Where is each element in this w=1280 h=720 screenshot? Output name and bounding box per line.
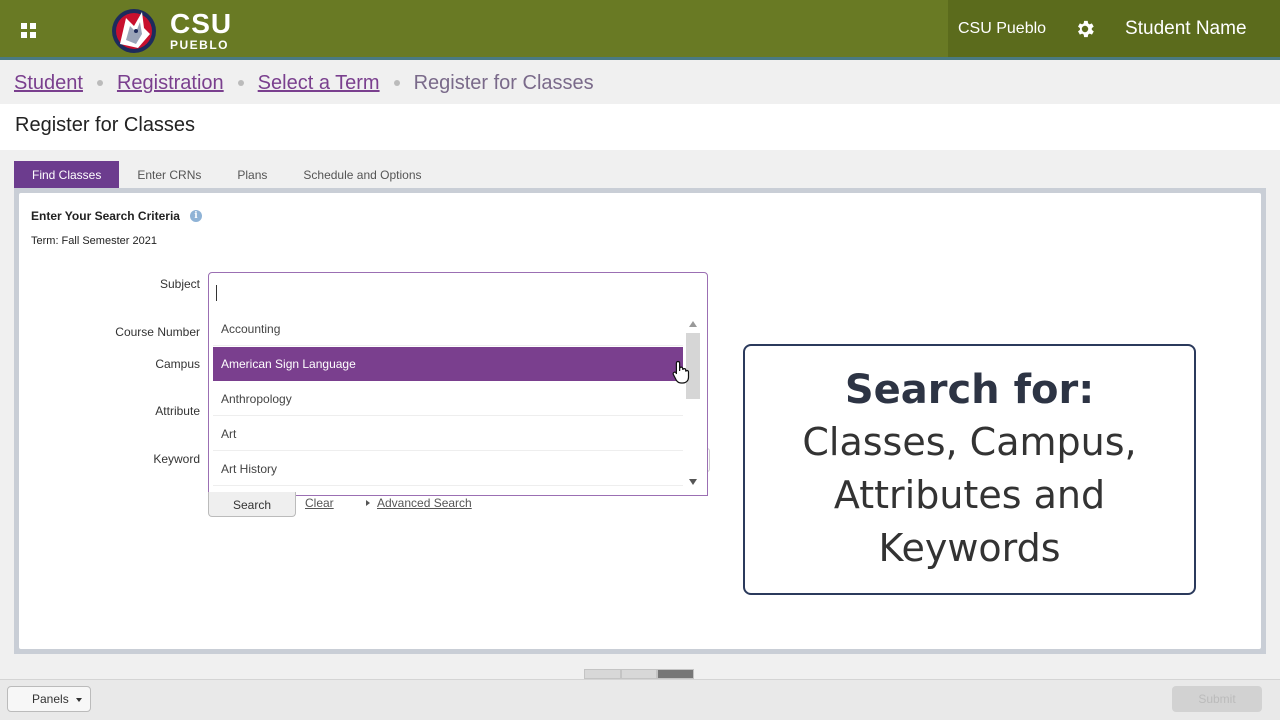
logo-wordmark: CSU PUEBLO xyxy=(170,7,233,52)
tab-find-classes[interactable]: Find Classes xyxy=(14,161,120,188)
course-number-label: Course Number xyxy=(115,325,200,339)
search-button[interactable]: Search xyxy=(208,492,296,517)
subject-label: Subject xyxy=(159,277,200,291)
header-user-area: CSU Pueblo Student Name xyxy=(948,0,1280,57)
keyword-label: Keyword xyxy=(153,452,200,466)
gear-icon[interactable] xyxy=(1074,18,1096,40)
clear-link[interactable]: Clear xyxy=(305,496,334,510)
tab-enter-crns[interactable]: Enter CRNs xyxy=(119,161,219,188)
info-icon[interactable]: i xyxy=(189,210,202,222)
search-criteria-heading: Enter Your Search Criteria i xyxy=(31,209,202,223)
breadcrumb-registration[interactable]: Registration xyxy=(117,72,224,95)
panel-resize-handle[interactable] xyxy=(584,669,695,679)
breadcrumb-separator xyxy=(393,80,400,86)
page-title: Register for Classes xyxy=(15,114,196,136)
campus-label: Campus xyxy=(155,357,200,371)
hand-cursor-icon xyxy=(672,360,690,384)
subject-option-accounting[interactable]: Accounting xyxy=(213,312,683,346)
thunderwolf-mascot-icon xyxy=(112,9,156,53)
scroll-up-icon[interactable] xyxy=(689,321,697,327)
advanced-search-text: Advanced Search xyxy=(377,496,472,510)
top-header-bar: CSU PUEBLO CSU Pueblo Student Name xyxy=(0,0,1280,60)
resize-up-icon[interactable] xyxy=(584,669,621,679)
csu-pueblo-logo[interactable]: CSU PUEBLO xyxy=(108,4,232,56)
scroll-down-icon[interactable] xyxy=(689,479,697,485)
user-name[interactable]: Student Name xyxy=(1125,18,1246,40)
subject-option-american-sign-language[interactable]: American Sign Language xyxy=(213,347,683,381)
callout-line-1: Classes, Campus, xyxy=(802,420,1137,464)
footer-bar xyxy=(0,679,1280,720)
callout-line-2: Attributes and xyxy=(833,473,1106,517)
subject-option-art-history[interactable]: Art History xyxy=(213,452,683,486)
breadcrumb: Student Registration Select a Term Regis… xyxy=(14,70,594,96)
term-label: Term: Fall Semester 2021 xyxy=(31,235,157,247)
subject-input[interactable] xyxy=(208,272,708,312)
logo-text-csu: CSU xyxy=(170,7,233,39)
tab-schedule-options[interactable]: Schedule and Options xyxy=(285,161,439,188)
text-caret xyxy=(216,285,217,301)
chevron-down-icon xyxy=(76,698,82,702)
dropdown-scrollbar[interactable] xyxy=(685,317,701,489)
callout-line-3: Keywords xyxy=(878,526,1061,570)
resize-down-icon[interactable] xyxy=(657,669,695,679)
caret-right-icon xyxy=(366,500,370,506)
tutorial-callout: Search for: Classes, Campus, Attributes … xyxy=(743,344,1196,595)
submit-button[interactable]: Submit xyxy=(1172,686,1262,712)
panels-button[interactable]: Panels xyxy=(7,686,91,712)
panels-label: Panels xyxy=(32,692,69,706)
subject-option-art[interactable]: Art xyxy=(213,417,683,451)
advanced-search-link[interactable]: Advanced Search xyxy=(366,496,472,510)
logo-text-pueblo: PUEBLO xyxy=(170,37,230,52)
breadcrumb-separator xyxy=(96,80,103,86)
subject-dropdown-list[interactable]: Accounting American Sign Language Anthro… xyxy=(208,311,708,496)
campus-name[interactable]: CSU Pueblo xyxy=(958,20,1046,38)
breadcrumb-select-term[interactable]: Select a Term xyxy=(258,72,380,95)
tab-plans[interactable]: Plans xyxy=(219,161,285,188)
app-grid-icon[interactable] xyxy=(18,20,38,40)
tab-bar: Find Classes Enter CRNs Plans Schedule a… xyxy=(14,161,440,188)
breadcrumb-separator xyxy=(237,80,244,86)
callout-heading: Search for: xyxy=(844,367,1095,413)
search-criteria-text: Enter Your Search Criteria xyxy=(31,209,180,223)
breadcrumb-current: Register for Classes xyxy=(413,71,594,94)
subject-option-anthropology[interactable]: Anthropology xyxy=(213,382,683,416)
resize-middle-icon[interactable] xyxy=(620,669,658,679)
breadcrumb-student[interactable]: Student xyxy=(14,72,83,95)
attribute-label: Attribute xyxy=(155,404,200,418)
